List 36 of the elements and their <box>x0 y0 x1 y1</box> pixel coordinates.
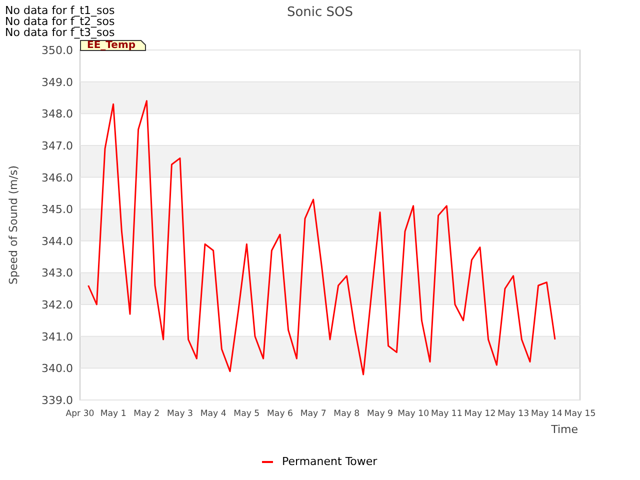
x-tick-label: May 15 <box>564 409 596 419</box>
chart-title: Sonic SOS <box>286 5 354 20</box>
no-data-notice: No data for f_t2_sos <box>5 15 115 28</box>
x-tick-label: May 5 <box>234 409 260 419</box>
x-tick-label: May 9 <box>367 409 393 419</box>
x-tick-label: May 12 <box>464 409 496 419</box>
y-tick-label: 339.0 <box>42 394 73 407</box>
x-tick-label: May 8 <box>334 409 360 419</box>
y-tick-label: 348.0 <box>42 108 73 121</box>
y-tick-label: 349.0 <box>42 76 73 89</box>
no-data-notice: No data for f_t1_sos <box>5 4 115 17</box>
y-tick-label: 342.0 <box>42 298 73 312</box>
y-tick-label: 344.0 <box>42 234 73 248</box>
y-tick-label: 341.0 <box>42 330 73 344</box>
tag-label: EE_Temp <box>80 40 146 51</box>
y-tick-label: 346.0 <box>42 171 73 184</box>
y-tick-label: 343.0 <box>42 266 73 280</box>
no-data-notice: No data for f_t3_sos <box>5 26 115 39</box>
y-tick-label: 347.0 <box>42 139 73 152</box>
x-tick-label: Apr 30 <box>66 409 94 419</box>
y-tick-label: 345.0 <box>42 203 73 216</box>
x-tick-label: May 6 <box>267 409 293 419</box>
y-tick-label: 350.0 <box>42 44 73 57</box>
x-tick-label: May 1 <box>100 409 126 419</box>
y-axis-label: Speed of Sound (m/s) <box>7 166 20 284</box>
x-tick-label: May 4 <box>200 409 226 419</box>
legend-label: Permanent Tower <box>282 455 378 468</box>
y-tick-label: 340.0 <box>42 362 73 376</box>
x-tick-label: May 2 <box>134 409 160 419</box>
x-tick-label: May 11 <box>430 409 462 419</box>
x-tick-label: May 10 <box>398 409 430 419</box>
x-tick-label: May 3 <box>167 409 193 419</box>
x-axis-label: Time <box>551 423 578 436</box>
x-tick-label: May 14 <box>530 409 562 419</box>
x-tick-label: May 7 <box>300 409 326 419</box>
x-tick-label: May 13 <box>498 409 530 419</box>
